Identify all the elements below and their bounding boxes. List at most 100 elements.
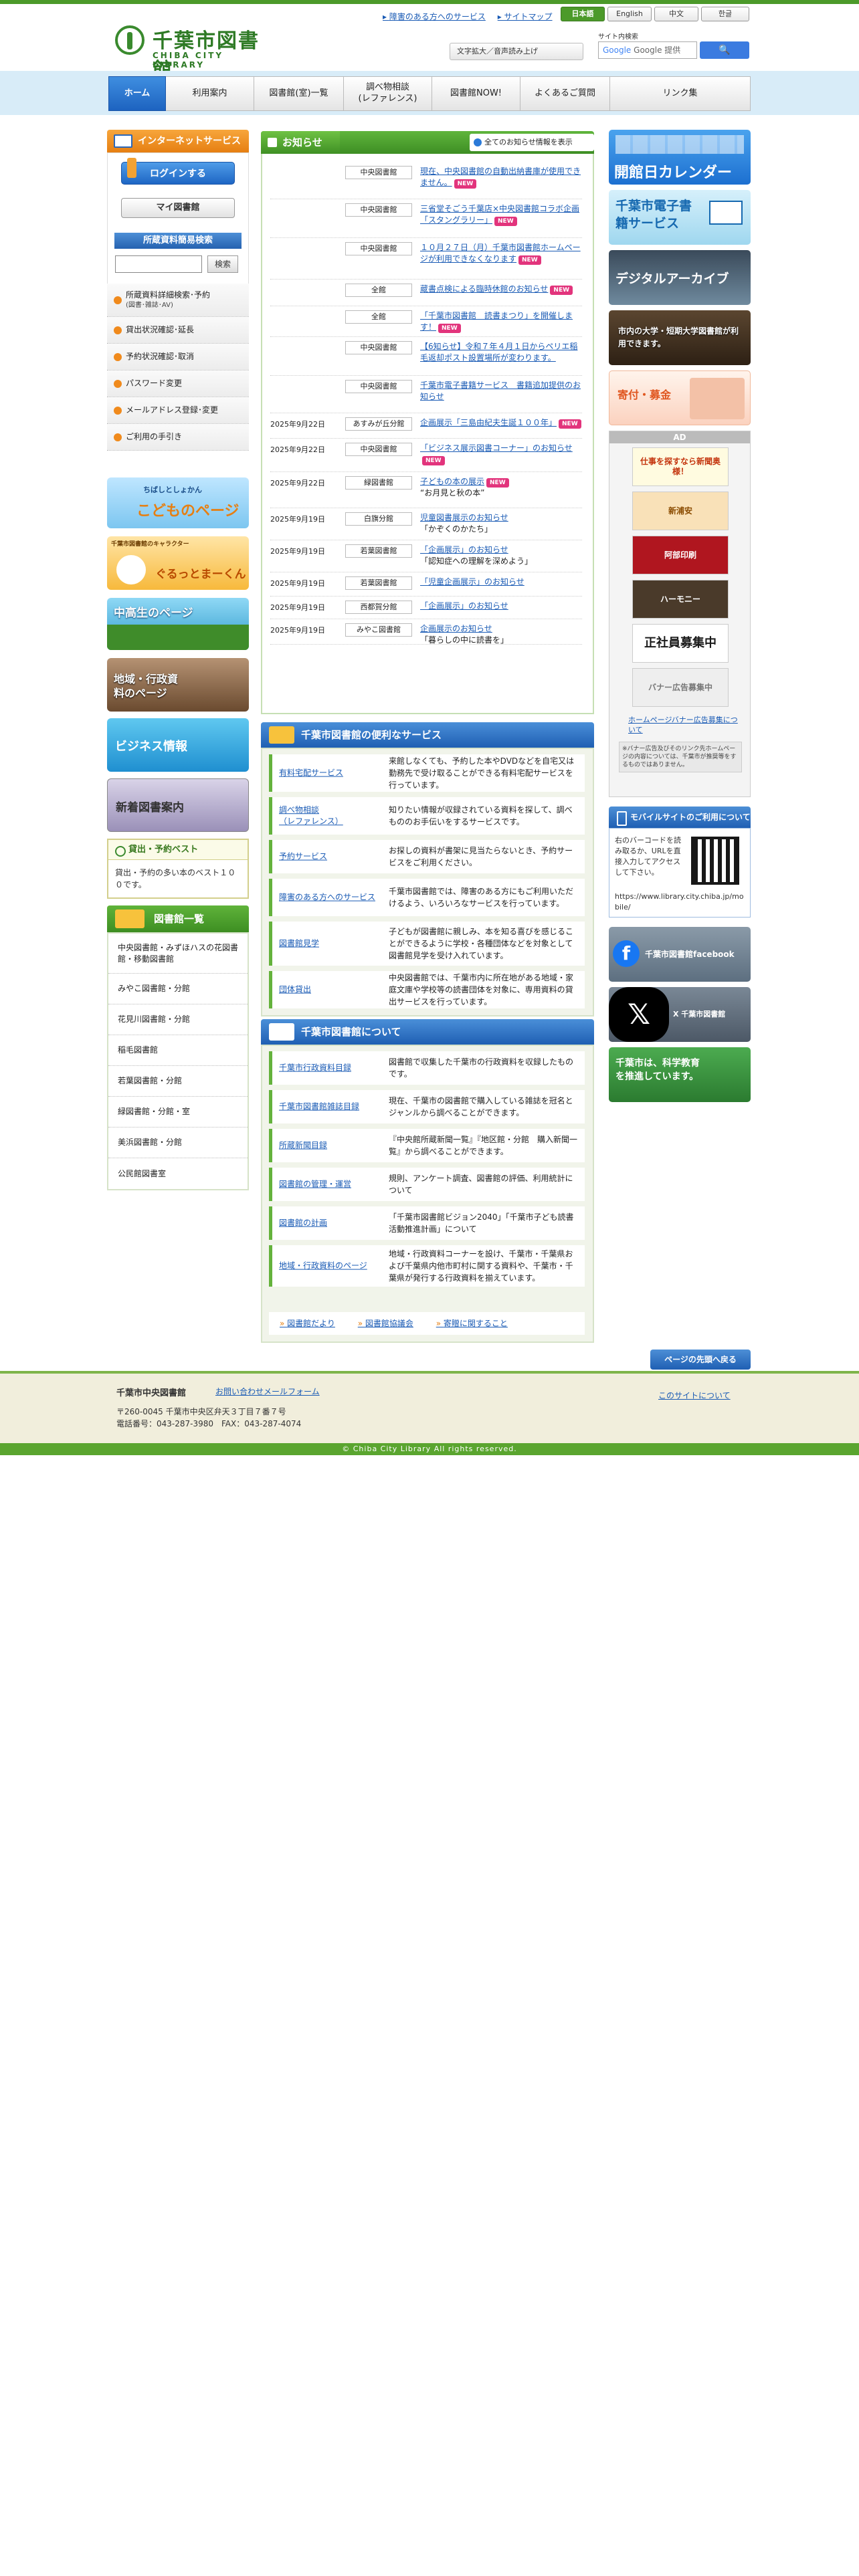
science-education-banner[interactable]: 千葉市は、科学教育を推進しています。 (609, 1047, 751, 1102)
lang-japanese[interactable]: 日本語 (561, 7, 605, 21)
nav-reference[interactable]: 調べ物相談 (レファレンス) (344, 76, 432, 111)
lang-chinese[interactable]: 中文 (654, 7, 698, 21)
mascot-banner[interactable]: 千葉市図書館のキャラクター ぐるっとまーくん (107, 536, 249, 590)
services-item-description: 中央図書館では、千葉市内に所在地がある地域・家庭文庫や学校等の読書団体を対象に、… (389, 973, 574, 1006)
nav-library-now[interactable]: 図書館NOW! (432, 76, 520, 111)
library-item-kominkan[interactable]: 公民館図書室 (108, 1158, 248, 1189)
library-item-miyako[interactable]: みやこ図書館・分館 (108, 974, 248, 1004)
news-item: 2025年9月19日 西都賀分館 「企画展示」のお知らせ (270, 597, 582, 619)
services-item-link[interactable]: 団体貸出 (279, 984, 379, 996)
university-library-banner[interactable]: 市内の大学・短期大学図書館が利用できます。 (609, 310, 751, 365)
news-item: 全館 蔵書点検による臨時休館のお知らせ NEW (270, 280, 582, 306)
lang-korean[interactable]: 한글 (701, 7, 749, 21)
news-date: 2025年9月19日 (270, 547, 325, 556)
ebook-banner[interactable]: 千葉市電子書籍サービス (609, 190, 751, 245)
news-link[interactable]: 【6知らせ】令和７年４月１日からペリエ稲毛返却ポスト設置場所が変わります。 (420, 342, 577, 362)
kids-page-title: こどものページ (136, 503, 240, 520)
news-link[interactable]: 「企画展示」のお知らせ (420, 601, 508, 611)
lang-english[interactable]: English (607, 7, 652, 21)
ad-newspaper[interactable]: 仕事を探すなら新聞奥様！ (632, 447, 729, 486)
news-item: 2025年9月22日 中央図書館 「ビジネス展示図書コーナー」のお知らせ NEW (270, 439, 582, 472)
library-item-inage[interactable]: 稲毛図書館 (108, 1035, 248, 1066)
kids-page-banner[interactable]: ちばしとしょかん こどものページ (107, 477, 249, 528)
about-item-link[interactable]: 図書館の計画 (279, 1218, 379, 1229)
nav-home[interactable]: ホーム (108, 76, 166, 111)
donation-link[interactable]: 寄贈に関すること (436, 1319, 508, 1328)
menu-loan-status[interactable]: 貸出状況確認･延長 (107, 317, 249, 344)
library-item-hanamigawa[interactable]: 花見川図書館・分館 (108, 1004, 248, 1035)
my-library-button[interactable]: マイ図書館 (121, 198, 235, 218)
ad-abe-print[interactable]: 阿部印刷 (632, 536, 729, 574)
sitemap-link[interactable]: サイトマップ (498, 12, 553, 21)
services-item-link[interactable]: 調べ物相談 （レファレンス） (279, 804, 379, 827)
menu-detailed-search[interactable]: 所蔵資料詳細検索･予約 (図書･雑誌･AV) (107, 284, 249, 317)
ad-banner-wanted[interactable]: バナー広告募集中 (632, 668, 729, 707)
news-link[interactable]: １０月２７日（月）千葉市図書館ホームページが利用できなくなります (420, 243, 581, 263)
library-item-mihama[interactable]: 美浜図書館・分館 (108, 1128, 248, 1158)
library-item-midori[interactable]: 緑図書館・分館・室 (108, 1097, 248, 1128)
about-item-link[interactable]: 所蔵新聞目録 (279, 1140, 379, 1152)
library-council-link[interactable]: 図書館協議会 (358, 1319, 413, 1328)
menu-reservation-status[interactable]: 予約状況確認･取消 (107, 344, 249, 370)
site-search-placeholder: Google 提供 (634, 45, 681, 55)
ad-harmony[interactable]: ハーモニー (632, 580, 729, 619)
business-info-banner[interactable]: ビジネス情報 (107, 718, 249, 772)
news-link[interactable]: 企画展示「三島由紀夫生誕１００年」 (420, 418, 557, 427)
about-site-link[interactable]: このサイトについて (658, 1390, 731, 1401)
news-library-tag: 西都賀分館 (345, 601, 412, 614)
menu-email-register[interactable]: メールアドレス登録･変更 (107, 397, 249, 424)
simple-search-button[interactable]: 検索 (207, 255, 238, 273)
news-link[interactable]: 児童図書展示のお知らせ (420, 513, 508, 522)
services-item-link[interactable]: 障害のある方へのサービス (279, 892, 379, 903)
about-item-link[interactable]: 千葉市行政資料目録 (279, 1063, 379, 1074)
nav-faq[interactable]: よくあるご質問 (520, 76, 610, 111)
banner-ad-recruit-link[interactable]: ホームページバナー広告募集について (628, 715, 742, 736)
news-link[interactable]: 千葉市電子書籍サービス 書籍追加提供のお知らせ (420, 381, 581, 401)
library-newsletter-link[interactable]: 図書館だより (280, 1319, 335, 1328)
donation-banner[interactable]: 寄付・募金 (609, 370, 751, 425)
mobile-site-url[interactable]: https://www.library.city.chiba.jp/mobile… (615, 891, 746, 913)
site-search-button[interactable]: 🔍 (700, 41, 749, 59)
menu-password-change[interactable]: パスワード変更 (107, 370, 249, 397)
x-banner[interactable]: 𝕏 X 千葉市図書館 (609, 987, 751, 1042)
library-item-central[interactable]: 中央図書館・みずほハスの花図書館・移動図書館 (108, 934, 248, 974)
contact-form-link[interactable]: お問い合わせメールフォーム (215, 1386, 320, 1397)
services-item-link[interactable]: 図書館見学 (279, 938, 379, 950)
library-item-wakaba[interactable]: 若葉図書館・分館 (108, 1066, 248, 1097)
about-item-link[interactable]: 地域・行政資料のページ (279, 1261, 379, 1272)
loan-best-box[interactable]: 貸出・予約ベスト 貸出・予約の多い本のベスト１００です。 (107, 839, 249, 899)
menu-user-guide[interactable]: ご利用の手引き (107, 424, 249, 451)
accessibility-service-link[interactable]: 障害のある方へのサービス (383, 12, 486, 21)
digital-archive-banner[interactable]: デジタルアーカイブ (609, 250, 751, 305)
news-link[interactable]: 「企画展示」のお知らせ (420, 545, 508, 554)
site-logo[interactable]: 千葉市図書館 CHIBA CITY LIBRARY (115, 23, 276, 82)
services-item-link[interactable]: 予約サービス (279, 851, 379, 863)
calendar-banner[interactable]: 開館日カレンダー (609, 130, 751, 185)
news-link[interactable]: 「児童企画展示」のお知らせ (420, 577, 524, 586)
new-books-banner[interactable]: 新着図書案内 (107, 778, 249, 832)
ad-recruit[interactable]: 正社員募集中 (632, 624, 729, 663)
teens-page-banner[interactable]: 中高生のページ (107, 598, 249, 650)
nav-guide[interactable]: 利用案内 (166, 76, 254, 111)
local-materials-banner[interactable]: 地域・行政資料のページ (107, 658, 249, 712)
simple-search-input[interactable] (115, 255, 202, 273)
news-link[interactable]: 「ビジネス展示図書コーナー」のお知らせ (420, 443, 573, 453)
login-button[interactable]: ログインする (121, 162, 235, 185)
nav-library-list[interactable]: 図書館(室)一覧 (254, 76, 344, 111)
news-link[interactable]: 企画展示のお知らせ (420, 624, 492, 633)
facebook-banner[interactable]: f 千葉市図書館facebook (609, 927, 751, 982)
about-item-link[interactable]: 図書館の管理・運営 (279, 1179, 379, 1190)
news-date: 2025年9月19日 (270, 626, 325, 635)
text-size-speech-button[interactable]: 文字拡大／音声読み上げ (450, 43, 583, 60)
news-link[interactable]: 現在、中央図書館の自動出納書庫が使用できません。 (420, 167, 581, 187)
about-item-link[interactable]: 千葉市図書館雑誌目録 (279, 1101, 379, 1113)
menu-password-change-label: パスワード変更 (126, 378, 183, 388)
all-news-link[interactable]: 全てのお知らせ情報を表示 (470, 134, 594, 151)
news-link[interactable]: 子どもの本の展示 (420, 477, 484, 486)
services-item-link[interactable]: 有料宅配サービス (279, 768, 379, 779)
ad-shin-urayasu[interactable]: 新浦安 (632, 492, 729, 530)
page-top-button[interactable]: ページの先頭へ戻る (650, 1350, 751, 1370)
news-link[interactable]: 蔵書点検による臨時休館のお知らせ (420, 284, 548, 294)
site-search-input[interactable]: Google Google 提供 (598, 41, 697, 59)
nav-links[interactable]: リンク集 (610, 76, 751, 111)
